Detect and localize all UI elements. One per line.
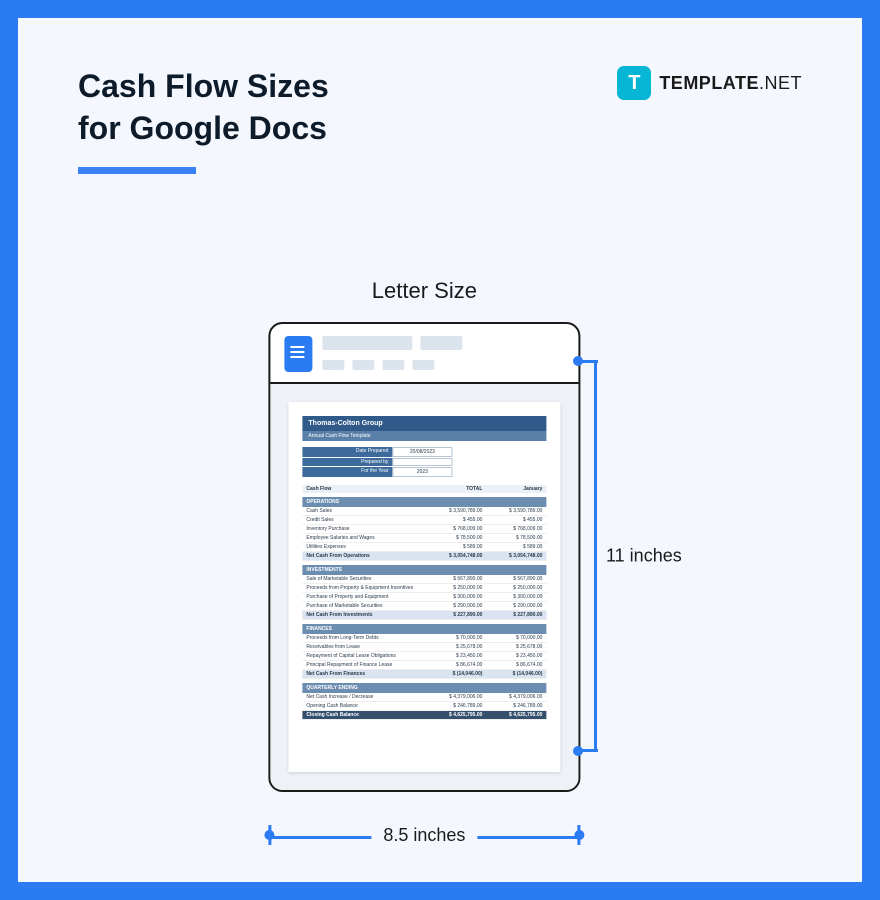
height-dimension: 11 inches (570, 360, 650, 752)
title-line-2: for Google Docs (78, 110, 327, 146)
document-page: Thomas-Colton Group Annual Cash Flow Tem… (288, 402, 560, 772)
infographic-frame: Cash Flow Sizes for Google Docs T TEMPLA… (0, 0, 880, 900)
meta-label: Prepared by (302, 458, 392, 466)
meta-value (392, 458, 452, 466)
table-row: Inventory Purchase$ 768,009.00$ 768,009.… (302, 525, 546, 534)
meta-row: For the Year2023 (302, 467, 546, 477)
width-dimension: 8.5 inches (268, 825, 580, 846)
template-net-icon: T (617, 66, 651, 100)
width-value: 8.5 inches (371, 825, 477, 846)
meta-value: 20/08/2023 (392, 447, 452, 457)
google-docs-icon (284, 336, 312, 372)
table-row: Credit Sales$ 455.00$ 455.00 (302, 516, 546, 525)
brand-logo: T TEMPLATE.NET (617, 66, 802, 100)
table-row: Opening Cash Balance$ 246,789.00$ 246,78… (302, 702, 546, 711)
height-value: 11 inches (606, 546, 682, 567)
brand-text: TEMPLATE.NET (659, 73, 802, 94)
section-summary-row: Net Cash From Finances$ (14,046.00)$ (14… (302, 670, 546, 679)
section-header: OPERATIONS (302, 497, 546, 507)
section-header: INVESTMENTS (302, 565, 546, 575)
col-header-1: Cash Flow (306, 486, 422, 492)
sheet-meta-block: Date Prepared20/08/2023Prepared byFor th… (302, 447, 546, 477)
sheet-subtitle: Annual Cash Flow Template (302, 431, 546, 441)
title-line-1: Cash Flow Sizes (78, 68, 329, 104)
docs-canvas: Thomas-Colton Group Annual Cash Flow Tem… (270, 384, 578, 790)
col-header-3: January (482, 486, 542, 492)
meta-label: For the Year (302, 467, 392, 477)
section-header: QUARTERLY ENDING (302, 683, 546, 693)
table-row: Proceeds from Long-Term Debts$ 70,000.00… (302, 634, 546, 643)
section-summary-row: Net Cash From Investments$ 227,890.00$ 2… (302, 611, 546, 620)
table-row: Purchase of Marketable Securities$ 290,0… (302, 602, 546, 611)
table-row: Principal Repayment of Finance Lease$ 86… (302, 661, 546, 670)
header: Cash Flow Sizes for Google Docs T TEMPLA… (78, 66, 802, 174)
title-block: Cash Flow Sizes for Google Docs (78, 66, 329, 174)
toolbar-placeholder-blocks (322, 336, 462, 370)
paper-size-label: Letter Size (268, 278, 580, 304)
meta-row: Date Prepared20/08/2023 (302, 447, 546, 457)
table-row: Proceeds from Property & Equipment Incen… (302, 584, 546, 593)
table-row: Purchase of Property and Equipment$ 300,… (302, 593, 546, 602)
meta-value: 2023 (392, 467, 452, 477)
section-header: FINANCES (302, 624, 546, 634)
meta-label: Date Prepared (302, 447, 392, 457)
sheet-company-title: Thomas-Colton Group (302, 416, 546, 431)
sheet-sections: OPERATIONSCash Sales$ 3,590,789.00$ 3,59… (302, 497, 546, 720)
table-row: Receivables from Lease$ 25,678.00$ 25,67… (302, 643, 546, 652)
section-summary-row: Net Cash From Operations$ 3,054,748.00$ … (302, 552, 546, 561)
table-row: Cash Sales$ 3,590,789.00$ 3,590,789.00 (302, 507, 546, 516)
final-row: Closing Cash Balance$ 4,625,795.00$ 4,62… (302, 711, 546, 720)
table-row: Net Cash Increase / Decrease$ 4,379,006.… (302, 693, 546, 702)
table-row: Employee Salaries and Wages$ 78,500.00$ … (302, 534, 546, 543)
page-title: Cash Flow Sizes for Google Docs (78, 66, 329, 149)
column-header-row: Cash Flow TOTAL January (302, 485, 546, 493)
title-underline (78, 167, 196, 174)
document-preview-stage: Letter Size Thomas-Colton Group Annual C… (268, 278, 580, 792)
google-docs-window: Thomas-Colton Group Annual Cash Flow Tem… (268, 322, 580, 792)
table-row: Sale of Marketable Securities$ 567,890.0… (302, 575, 546, 584)
meta-row: Prepared by (302, 458, 546, 466)
docs-toolbar (270, 324, 578, 382)
table-row: Utilities Expenses$ 589.00$ 589.00 (302, 543, 546, 552)
col-header-2: TOTAL (422, 486, 482, 492)
table-row: Repayment of Capital Lease Obligations$ … (302, 652, 546, 661)
